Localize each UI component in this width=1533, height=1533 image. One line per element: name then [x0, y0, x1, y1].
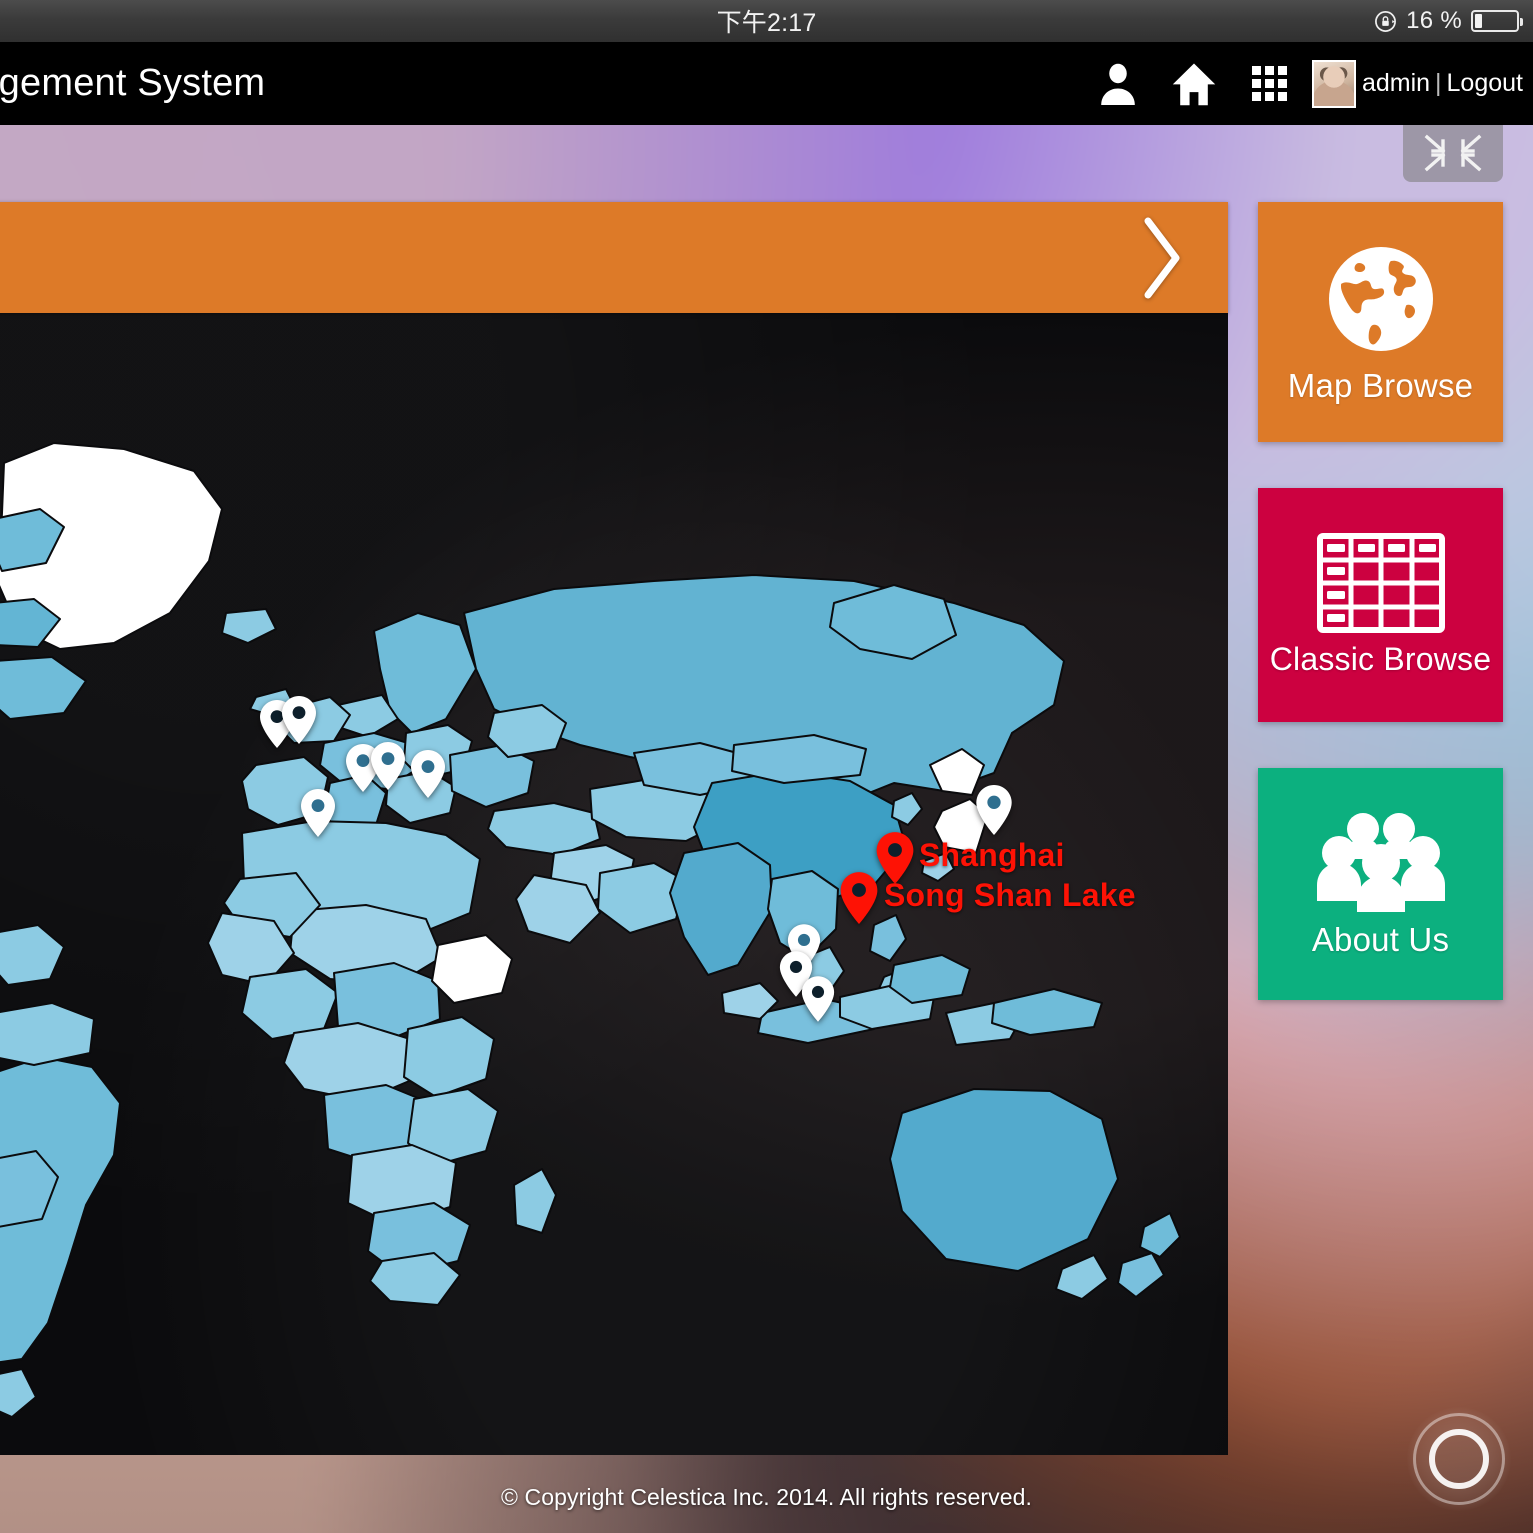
carousel-next-button[interactable]	[1120, 202, 1204, 313]
map-marker-song-shan-lake-label: Song Shan Lake	[884, 877, 1136, 913]
assistive-touch-button[interactable]	[1407, 1407, 1511, 1511]
app-top-bar: nagement System	[0, 42, 1533, 125]
account-label: admin | Logout	[1362, 69, 1523, 98]
user-icon[interactable]	[1080, 42, 1156, 125]
page-title: nagement System	[0, 62, 266, 104]
tile-about-us[interactable]: About Us	[1258, 768, 1503, 1000]
account-chip[interactable]: admin | Logout	[1308, 42, 1523, 125]
battery-fill	[1475, 14, 1483, 28]
apps-grid-icon[interactable]	[1232, 42, 1308, 125]
tile-menu: Map Browse Classic Browse About Us	[1258, 202, 1503, 1046]
battery-percent-label: 16 %	[1406, 7, 1462, 34]
assistive-inner-ring	[1429, 1429, 1489, 1489]
tile-classic-browse[interactable]: Classic Browse	[1258, 488, 1503, 722]
ios-status-bar: 下午2:17 16 %	[0, 0, 1533, 42]
map-marker-romania[interactable]	[409, 749, 447, 799]
map-marker-ireland[interactable]	[280, 695, 318, 745]
table-icon	[1316, 532, 1445, 633]
tile-about-us-label: About Us	[1311, 921, 1450, 958]
map-marker-shanghai-label: Shanghai	[919, 837, 1065, 873]
map-marker-germany[interactable]	[369, 741, 407, 791]
footer-copyright: © Copyright Celestica Inc. 2014. All rig…	[500, 1484, 1033, 1510]
status-bar-right-cluster: 16 %	[1374, 0, 1523, 42]
tile-map-browse[interactable]: Map Browse	[1258, 202, 1503, 442]
rotation-lock-icon	[1374, 10, 1397, 33]
map-marker-song-shan-lake[interactable]	[838, 871, 880, 925]
tile-map-browse-label: Map Browse	[1287, 367, 1474, 404]
username-label: admin	[1361, 69, 1431, 97]
top-bar-nav: admin | Logout	[1080, 42, 1523, 125]
globe-icon	[1321, 239, 1441, 359]
avatar	[1311, 59, 1356, 108]
status-bar-time: 下午2:17	[716, 9, 817, 37]
world-map-panel[interactable]: Shanghai Song Shan Lake	[0, 313, 1228, 1455]
carousel-banner[interactable]	[0, 202, 1228, 313]
app-root: 下午2:17 16 % nagement System	[0, 0, 1533, 1533]
people-icon	[1315, 809, 1447, 913]
battery-icon	[1471, 10, 1523, 32]
exit-fullscreen-button[interactable]	[1403, 118, 1503, 182]
account-separator: |	[1435, 69, 1442, 97]
logout-link[interactable]: Logout	[1447, 69, 1523, 97]
map-marker-japan[interactable]	[974, 784, 1014, 836]
map-marker-spain[interactable]	[299, 788, 337, 838]
home-icon[interactable]	[1156, 42, 1232, 125]
tile-classic-browse-label: Classic Browse	[1269, 640, 1492, 677]
map-marker-singapore[interactable]	[800, 975, 836, 1023]
grid-glyph	[1252, 66, 1288, 101]
